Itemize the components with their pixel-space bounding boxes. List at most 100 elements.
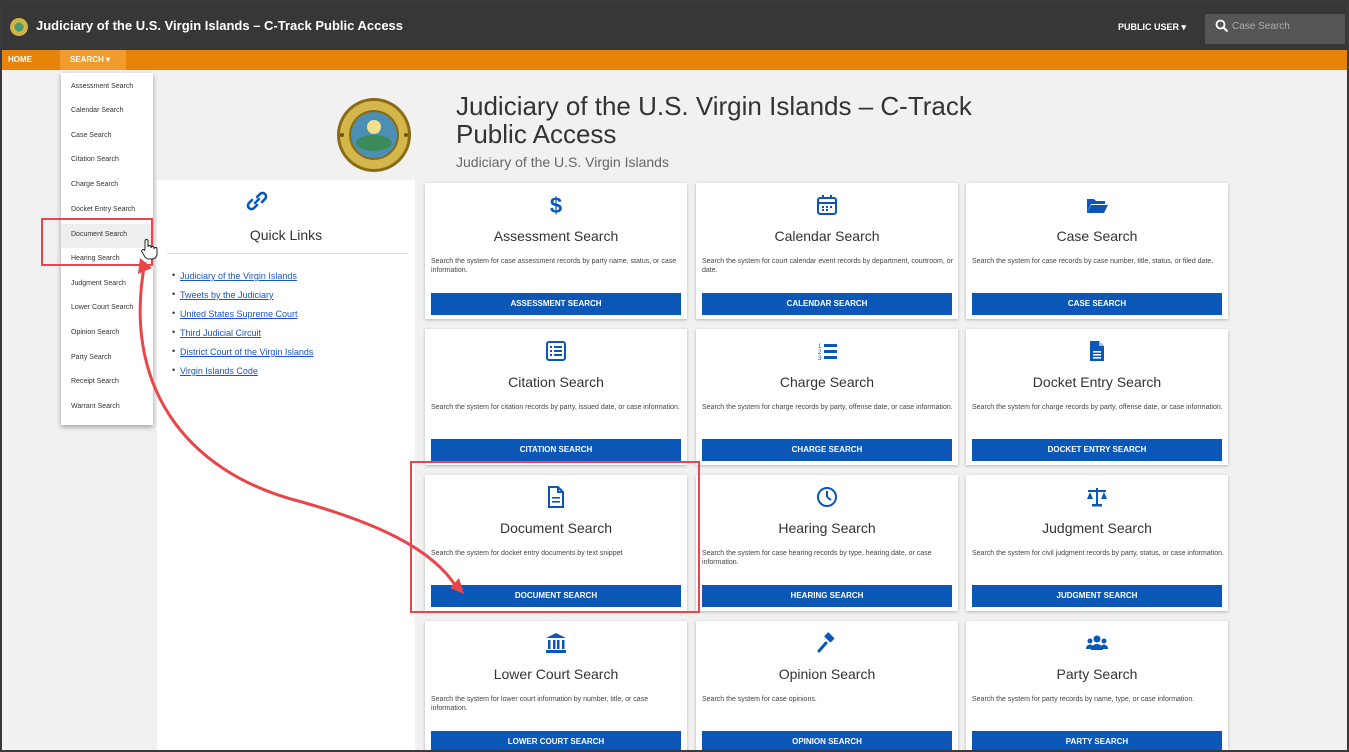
bullet: • <box>172 346 176 356</box>
dollar-icon: $ <box>550 193 562 217</box>
bullet: • <box>172 289 176 299</box>
dropdown-item[interactable]: Charge Search <box>71 181 118 188</box>
landmark-icon <box>546 633 566 653</box>
dropdown-item[interactable]: Calendar Search <box>71 107 124 114</box>
svg-text:$: $ <box>550 193 562 217</box>
card-title: Lower Court Search <box>493 666 619 682</box>
dropdown-item[interactable]: Opinion Search <box>71 329 119 336</box>
card-description: Search the system for charge records by … <box>702 404 953 411</box>
page-title: Judiciary of the U.S. Virgin Islands – C… <box>456 91 972 149</box>
dropdown-item[interactable]: Lower Court Search <box>71 304 133 311</box>
card-title: Opinion Search <box>778 666 876 682</box>
link-icon <box>246 191 268 211</box>
card-title: Case Search <box>1056 228 1138 244</box>
users-icon <box>1085 635 1109 650</box>
card-search-button[interactable]: OPINION SEARCH <box>702 731 952 750</box>
card-search-button[interactable]: JUDGMENT SEARCH <box>972 585 1222 607</box>
search-icon <box>1215 19 1229 33</box>
search-card: Lower Court Search Search the system for … <box>425 621 687 750</box>
dropdown-item[interactable]: Receipt Search <box>71 378 119 385</box>
card-description: Search the system for case opinions. <box>702 696 817 703</box>
card-title: Docket Entry Search <box>1032 374 1162 390</box>
quick-link[interactable]: Judiciary of the Virgin Islands <box>180 271 297 281</box>
quick-links-panel <box>157 180 415 750</box>
card-title: Hearing Search <box>778 520 876 536</box>
gavel-icon <box>817 632 835 653</box>
card-title: Party Search <box>1056 666 1138 682</box>
card-title: Assessment Search <box>493 228 619 244</box>
quick-link[interactable]: Virgin Islands Code <box>180 366 258 376</box>
judiciary-seal-logo <box>337 98 411 172</box>
card-title: Charge Search <box>779 374 875 390</box>
search-card: Judgment Search Search the system for civ… <box>966 475 1228 611</box>
card-description: Search the system for case hearing recor… <box>702 550 932 566</box>
card-description: Search the system for charge records by … <box>972 404 1223 411</box>
annotation-box-menu-item <box>41 218 153 266</box>
list-alt-icon <box>546 341 566 361</box>
hand-cursor-icon <box>141 239 158 260</box>
quick-links-title: Quick Links <box>249 227 323 243</box>
search-card: Docket Entry Search Search the system for… <box>966 329 1228 465</box>
nav-search[interactable]: SEARCH ▾ <box>70 55 110 64</box>
quick-link[interactable]: Tweets by the Judiciary <box>180 290 274 300</box>
court-seal-icon[interactable] <box>10 18 28 36</box>
dropdown-item[interactable]: Citation Search <box>71 156 119 163</box>
user-menu[interactable]: PUBLIC USER ▾ <box>1118 22 1186 33</box>
search-card: Calendar Search Search the system for cou… <box>696 183 958 319</box>
dropdown-item[interactable]: Assessment Search <box>71 83 133 90</box>
search-card: Hearing Search Search the system for case… <box>696 475 958 611</box>
card-search-button[interactable]: ASSESSMENT SEARCH <box>431 293 681 315</box>
search-card: Party Search Search the system for party … <box>966 621 1228 750</box>
dropdown-item[interactable]: Case Search <box>71 132 111 139</box>
calendar-icon <box>817 195 837 215</box>
search-card: 1 2 3 Charge Search Search the system for ch… <box>696 329 958 465</box>
balance-scale-icon <box>1087 488 1107 507</box>
dropdown-item[interactable]: Party Search <box>71 354 111 361</box>
bullet: • <box>172 308 176 318</box>
svg-text:3: 3 <box>818 356 822 362</box>
file-icon <box>1090 341 1104 361</box>
card-search-button[interactable]: LOWER COURT SEARCH <box>431 731 681 750</box>
dropdown-item[interactable]: Judgment Search <box>71 280 126 287</box>
bullet: • <box>172 270 176 280</box>
quick-link[interactable]: Third Judicial Circuit <box>180 328 261 338</box>
quick-links-divider <box>167 253 407 254</box>
quick-link[interactable]: United States Supreme Court <box>180 309 298 319</box>
search-card: Case Search Search the system for case re… <box>966 183 1228 319</box>
card-search-button[interactable]: HEARING SEARCH <box>702 585 952 607</box>
folder-open-icon <box>1087 199 1108 213</box>
card-search-button[interactable]: DOCKET ENTRY SEARCH <box>972 439 1222 461</box>
bullet: • <box>172 327 176 337</box>
bullet: • <box>172 365 176 375</box>
search-card: Citation Search Search the system for cit… <box>425 329 687 465</box>
card-description: Search the system for citation records b… <box>431 404 680 411</box>
card-title: Calendar Search <box>774 228 880 244</box>
card-search-button[interactable]: CHARGE SEARCH <box>702 439 952 461</box>
quick-link[interactable]: District Court of the Virgin Islands <box>180 347 313 357</box>
card-title: Citation Search <box>508 374 604 390</box>
card-description: Search the system for case assessment re… <box>431 258 677 274</box>
dropdown-item[interactable]: Warrant Search <box>71 403 120 410</box>
case-search-placeholder: Case Search <box>1232 21 1290 32</box>
card-search-button[interactable]: CASE SEARCH <box>972 293 1222 315</box>
card-description: Search the system for court calendar eve… <box>702 258 953 274</box>
app-title[interactable]: Judiciary of the U.S. Virgin Islands – C… <box>36 18 403 33</box>
card-description: Search the system for civil judgment rec… <box>972 550 1224 557</box>
app-window: Judiciary of the U.S. Virgin Islands – C… <box>0 0 1349 752</box>
card-search-button[interactable]: CITATION SEARCH <box>431 439 681 461</box>
nav-bar <box>2 50 1347 70</box>
list-ol-icon: 123 <box>818 344 837 362</box>
nav-home[interactable]: HOME <box>8 55 32 64</box>
card-search-button[interactable]: CALENDAR SEARCH <box>702 293 952 315</box>
page-subtitle: Judiciary of the U.S. Virgin Islands <box>456 154 669 170</box>
search-card: Opinion Search Search the system for case… <box>696 621 958 750</box>
dropdown-item[interactable]: Docket Entry Search <box>71 206 135 213</box>
card-description: Search the system for lower court inform… <box>431 696 649 712</box>
clock-icon <box>817 487 837 507</box>
card-description: Search the system for party records by n… <box>972 696 1195 703</box>
annotation-box-document-card <box>410 461 700 613</box>
search-card: $ Assessment Search Search the system for … <box>425 183 687 319</box>
card-search-button[interactable]: PARTY SEARCH <box>972 731 1222 750</box>
card-title: Judgment Search <box>1042 520 1152 536</box>
card-description: Search the system for case records by ca… <box>972 258 1214 265</box>
